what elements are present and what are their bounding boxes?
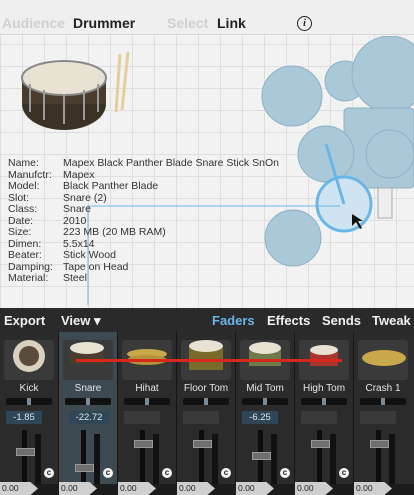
info-row-name: Name: Mapex Black Panther Blade Snare Sti… bbox=[8, 157, 279, 169]
hihat-icon bbox=[127, 349, 167, 365]
pan-slider[interactable] bbox=[301, 398, 347, 405]
fader-knob[interactable] bbox=[370, 440, 389, 448]
channel-name: High Tom bbox=[302, 383, 346, 394]
channel-options-icon[interactable]: c bbox=[339, 468, 349, 478]
level-meter bbox=[271, 434, 277, 484]
volume-readout[interactable] bbox=[301, 411, 337, 424]
export-menu[interactable]: Export bbox=[4, 313, 45, 328]
volume-readout[interactable] bbox=[124, 411, 160, 424]
pan-slider[interactable] bbox=[124, 398, 170, 405]
channel-name: Hihat bbox=[135, 383, 159, 394]
pan-slider[interactable] bbox=[360, 398, 406, 405]
pan-slider[interactable] bbox=[6, 398, 52, 405]
volume-readout[interactable] bbox=[360, 411, 396, 424]
info-row-beater: Beater: Stick Wood bbox=[8, 249, 116, 261]
sends-tab[interactable]: Sends bbox=[322, 313, 361, 328]
level-meter bbox=[389, 434, 395, 484]
floor-tom-icon bbox=[189, 340, 223, 370]
volume-readout[interactable] bbox=[183, 411, 219, 424]
fader-track[interactable] bbox=[134, 430, 153, 484]
channel-name: Mid Tom bbox=[246, 383, 284, 394]
link-line bbox=[76, 359, 342, 362]
volume-readout[interactable]: -1.85 bbox=[6, 411, 42, 424]
channel-options-icon[interactable]: c bbox=[103, 468, 113, 478]
fader-track[interactable] bbox=[370, 430, 389, 484]
volume-readout[interactable]: -22.72 bbox=[69, 411, 109, 424]
fader-track[interactable] bbox=[75, 430, 94, 484]
channel-options-icon[interactable]: c bbox=[280, 468, 290, 478]
channel-name: Snare bbox=[74, 383, 102, 394]
fader-knob[interactable] bbox=[193, 440, 212, 448]
fader-knob[interactable] bbox=[252, 452, 271, 460]
crash-cymbal-icon bbox=[362, 350, 406, 366]
effects-tab[interactable]: Effects bbox=[267, 313, 310, 328]
fader-track[interactable] bbox=[16, 430, 35, 484]
info-row-slot: Slot: Snare (2) bbox=[8, 191, 107, 204]
info-row-class: Class: Snare bbox=[8, 203, 92, 215]
pan-slider[interactable] bbox=[65, 398, 111, 405]
faders-tab[interactable]: Faders bbox=[212, 313, 255, 328]
instrument-panel: Audience Drummer Select Link i Name: Map… bbox=[0, 0, 414, 308]
level-meter bbox=[153, 434, 159, 484]
tweak-tab[interactable]: Tweak bbox=[372, 313, 411, 328]
level-meter bbox=[330, 434, 336, 484]
kick-drum-icon bbox=[13, 340, 45, 372]
channel-name: Crash 1 bbox=[365, 383, 401, 394]
fader-track[interactable] bbox=[252, 430, 271, 484]
high-tom-icon bbox=[310, 345, 338, 366]
fader-track[interactable] bbox=[193, 430, 212, 484]
mixer-toolbar: Export View ▾ Faders Effects Sends Tweak bbox=[0, 308, 414, 332]
level-meter bbox=[35, 434, 41, 484]
fader-track[interactable] bbox=[311, 430, 330, 484]
pan-slider[interactable] bbox=[183, 398, 229, 405]
channel-name: Kick bbox=[19, 383, 39, 394]
info-row-damping: Damping: Tape on Head bbox=[8, 260, 129, 273]
channel-options-icon[interactable]: c bbox=[44, 468, 54, 478]
channel-options-icon[interactable]: c bbox=[162, 468, 172, 478]
fader-knob[interactable] bbox=[311, 440, 330, 448]
fader-knob[interactable] bbox=[75, 464, 94, 472]
volume-readout[interactable]: -6.25 bbox=[242, 411, 278, 424]
mid-tom-icon bbox=[249, 342, 281, 366]
fader-knob[interactable] bbox=[134, 440, 153, 448]
channel-thumbnails bbox=[13, 340, 406, 372]
pan-slider[interactable] bbox=[242, 398, 288, 405]
info-row-material: Material: Steel bbox=[8, 272, 87, 284]
fader-knob[interactable] bbox=[16, 448, 35, 456]
channel-options-icon[interactable]: c bbox=[221, 468, 231, 478]
info-row-size: Size: 223 MB (20 MB RAM) bbox=[8, 226, 166, 238]
instrument-info-table: Name: Mapex Black Panther Blade Snare Sti… bbox=[8, 157, 279, 285]
channel-name: Floor Tom bbox=[183, 383, 229, 394]
view-menu[interactable]: View ▾ bbox=[61, 313, 101, 329]
info-row-dimensions: Dimen: 5.5x14 bbox=[8, 237, 95, 250]
level-meter bbox=[212, 434, 218, 484]
level-meter bbox=[94, 434, 100, 484]
info-row-model: Model: Black Panther Blade bbox=[8, 180, 159, 192]
